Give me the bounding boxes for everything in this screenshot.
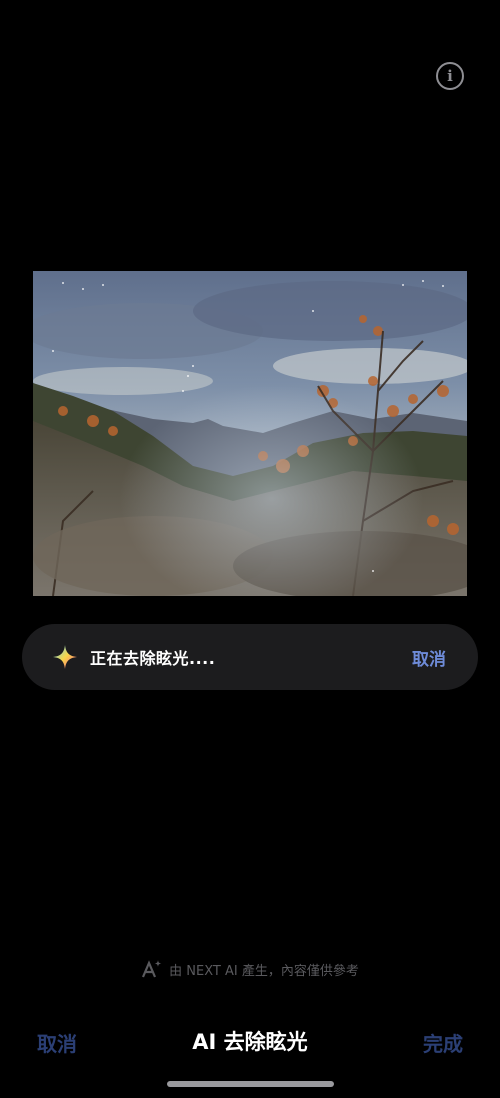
landscape-image [33, 271, 467, 596]
done-button[interactable]: 完成 [423, 1028, 463, 1057]
status-cancel-button[interactable]: 取消 [412, 645, 446, 670]
status-pill: 正在去除眩光.... 取消 [22, 624, 478, 690]
disclaimer-text: 由 NEXT AI 產生，內容僅供參考 [169, 963, 359, 979]
ai-sparkle-icon [142, 960, 162, 978]
info-icon[interactable]: i [436, 62, 464, 90]
ai-disclaimer: 由 NEXT AI 產生，內容僅供參考 [0, 958, 500, 980]
home-indicator[interactable] [167, 1081, 334, 1087]
status-text: 正在去除眩光.... [90, 649, 216, 668]
sparkle-icon [53, 645, 77, 669]
bottom-bar: 取消 AI 去除眩光 完成 [0, 1022, 500, 1062]
photo-preview [33, 271, 467, 596]
